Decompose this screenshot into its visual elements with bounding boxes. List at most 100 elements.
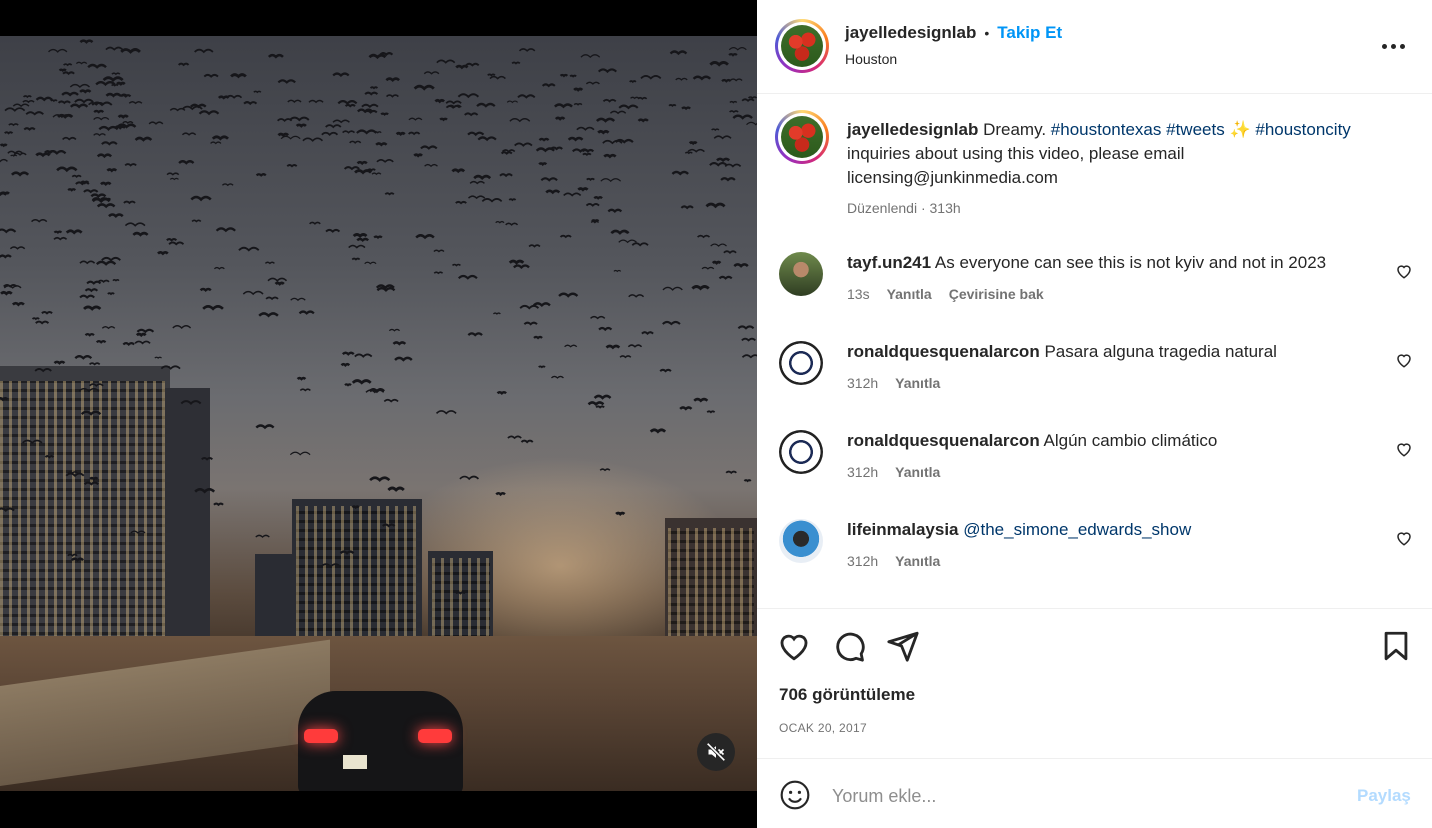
bird [10, 171, 30, 177]
bird [120, 48, 141, 54]
post-date: OCAK 20, 2017 [779, 721, 867, 735]
bird [538, 365, 546, 369]
bird [550, 146, 563, 151]
comment-time[interactable]: 312h [847, 375, 878, 391]
comment-bubble-icon[interactable] [832, 629, 866, 663]
bird [157, 250, 169, 256]
reply-button[interactable]: Yanıtla [895, 553, 940, 569]
comment-avatar[interactable] [779, 430, 823, 474]
bird [368, 388, 385, 394]
bird [242, 290, 264, 296]
bird [354, 353, 373, 358]
bird [25, 111, 44, 116]
comment-avatar[interactable] [779, 341, 823, 385]
comment-time[interactable]: 312h [847, 464, 878, 480]
bird [148, 121, 164, 125]
comment-mention-link[interactable]: @the_simone_edwards_show [963, 520, 1191, 539]
comment-like-heart-icon[interactable] [1395, 262, 1413, 280]
bird [213, 266, 225, 270]
like-heart-icon[interactable] [777, 629, 811, 663]
bird [711, 260, 722, 265]
more-options-button[interactable] [1373, 36, 1413, 56]
author-avatar [781, 25, 823, 67]
save-bookmark-icon[interactable] [1379, 629, 1413, 663]
emoji-smiley-icon[interactable] [779, 779, 811, 811]
bird [11, 301, 25, 307]
comment-time[interactable]: 312h [847, 553, 878, 569]
author-avatar-ring[interactable] [775, 19, 829, 73]
bird [464, 112, 479, 117]
share-send-icon[interactable] [886, 629, 920, 663]
bird [95, 260, 117, 266]
follow-button[interactable]: Takip Et [997, 23, 1062, 43]
bird [3, 285, 22, 289]
bird [343, 166, 360, 171]
bird [74, 355, 93, 360]
author-username[interactable]: jayelledesignlab [845, 23, 976, 43]
bird [325, 124, 342, 129]
bird [62, 71, 75, 76]
bird [582, 152, 592, 157]
post-video[interactable] [0, 36, 757, 791]
comment-username[interactable]: ronaldquesquenalarcon [847, 342, 1040, 361]
bird [554, 116, 566, 121]
comment-avatar[interactable] [779, 252, 823, 296]
caption-avatar-ring[interactable] [775, 110, 829, 164]
bird [550, 375, 564, 379]
bird [337, 100, 358, 105]
reply-button[interactable]: Yanıtla [895, 375, 940, 391]
caption-username[interactable]: jayelledesignlab [847, 120, 978, 139]
reply-button[interactable]: Yanıtla [887, 286, 932, 302]
bird [79, 39, 94, 44]
caption-timestamp[interactable]: 313h [930, 200, 961, 216]
bird [35, 96, 53, 102]
hashtag-link[interactable]: #tweets [1166, 120, 1225, 139]
bird [194, 488, 216, 494]
bird [573, 87, 584, 92]
bird [513, 264, 530, 270]
bird [697, 234, 711, 239]
bird [289, 451, 311, 456]
bird [299, 388, 311, 392]
bird [0, 290, 13, 296]
hashtag-link[interactable]: #houstoncity [1255, 120, 1350, 139]
reply-button[interactable]: Yanıtla [895, 464, 940, 480]
view-count[interactable]: 706 görüntüleme [779, 685, 915, 705]
comment-username[interactable]: tayf.un241 [847, 253, 931, 272]
comment-meta: 312h Yanıtla [847, 375, 940, 391]
bird [517, 94, 536, 99]
bird [507, 435, 522, 440]
bird [725, 470, 737, 475]
comment-time[interactable]: 13s [847, 286, 870, 302]
post-comment-button[interactable]: Paylaş [1357, 786, 1411, 806]
bird [597, 68, 617, 74]
bird [90, 193, 107, 198]
comment-like-heart-icon[interactable] [1395, 529, 1413, 547]
comment-like-heart-icon[interactable] [1395, 440, 1413, 458]
hashtag-link[interactable]: #houstontexas [1051, 120, 1162, 139]
bird [351, 257, 361, 261]
bird [743, 479, 752, 483]
bird [680, 205, 694, 210]
bird [12, 103, 30, 108]
bird [457, 93, 480, 99]
caption-meta: Düzenlendi · 313h [847, 200, 961, 216]
bird [603, 153, 617, 159]
bird [637, 96, 648, 100]
bird [595, 117, 616, 123]
mute-button[interactable] [697, 733, 735, 771]
bird [709, 162, 728, 167]
comment-input[interactable] [832, 781, 1312, 811]
bird [408, 131, 421, 136]
comment-avatar[interactable] [779, 519, 823, 563]
comment-username[interactable]: ronaldquesquenalarcon [847, 431, 1040, 450]
bird [135, 332, 147, 338]
bird [476, 102, 496, 108]
post-location[interactable]: Houston [845, 51, 897, 67]
comment-meta: 312h Yanıtla [847, 464, 940, 480]
bird [619, 355, 632, 359]
comment-username[interactable]: lifeinmalaysia [847, 520, 959, 539]
see-translation-button[interactable]: Çevirisine bak [949, 286, 1044, 302]
bird [607, 208, 623, 213]
comment-like-heart-icon[interactable] [1395, 351, 1413, 369]
